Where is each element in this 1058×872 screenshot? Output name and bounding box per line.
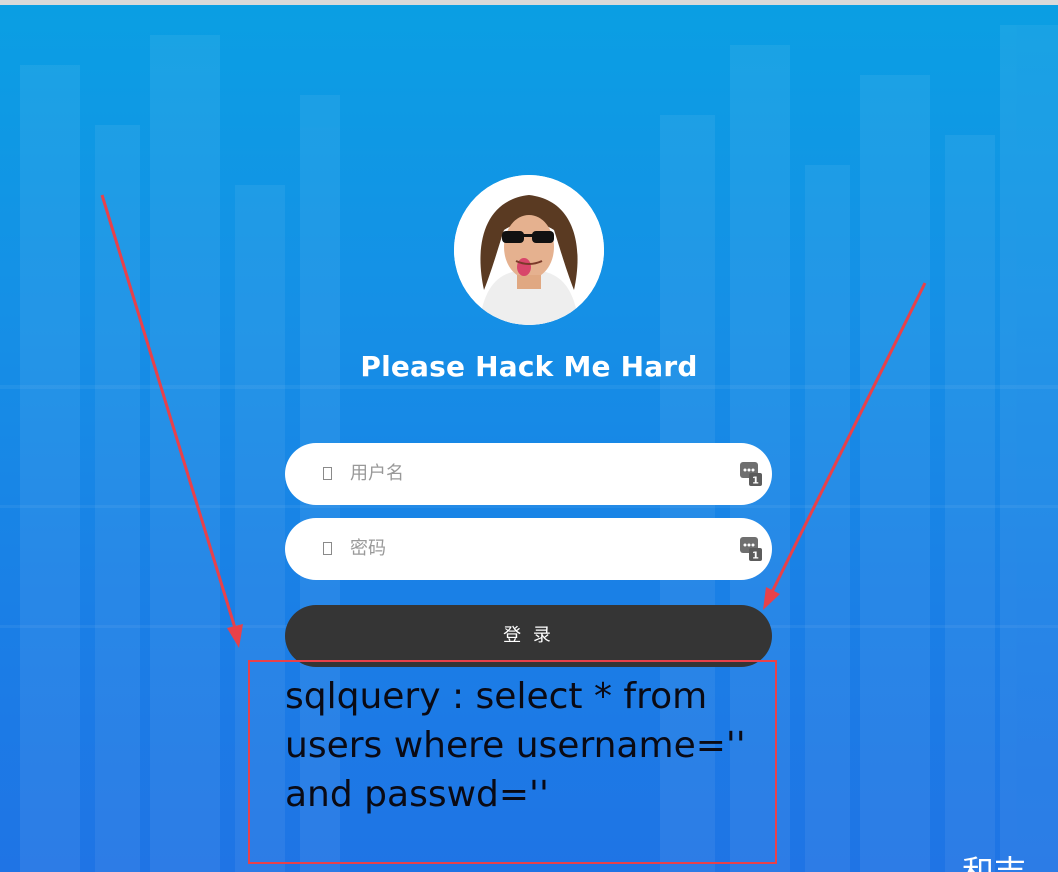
password-placeholder: 密码 xyxy=(350,538,386,559)
right-arrow-head xyxy=(763,587,780,610)
password-manager-key-icon[interactable]: 1 xyxy=(740,537,762,561)
avatar-photo xyxy=(454,175,604,325)
password-field[interactable]: 密码 1 xyxy=(285,518,772,580)
left-arrow-head xyxy=(227,624,243,648)
page-title: Please Hack Me Hard xyxy=(360,350,698,383)
svg-text:1: 1 xyxy=(752,476,759,487)
field-glyph-icon xyxy=(323,542,332,555)
avatar xyxy=(454,175,604,325)
right-arrow-line xyxy=(770,282,927,593)
login-button[interactable]: 登 录 xyxy=(285,605,772,667)
left-arrow-line xyxy=(100,194,237,629)
field-glyph-icon xyxy=(323,467,332,480)
password-manager-key-icon[interactable]: 1 xyxy=(740,462,762,486)
username-field[interactable]: 用户名 1 xyxy=(285,443,772,505)
svg-text:1: 1 xyxy=(752,551,759,562)
window-top-border xyxy=(0,0,1058,5)
corner-text: 和吉 xyxy=(962,853,1027,872)
username-placeholder: 用户名 xyxy=(350,463,404,484)
sql-query-text: sqlquery : select * from users where use… xyxy=(285,676,746,815)
